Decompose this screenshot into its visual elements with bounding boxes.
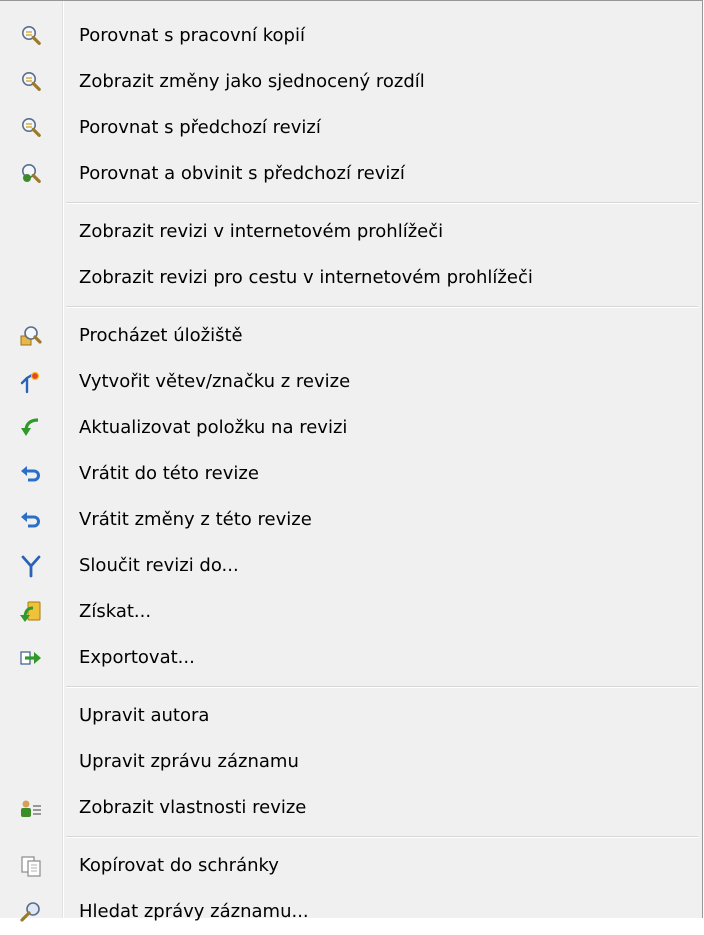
menu-separator — [66, 836, 698, 837]
context-menu: Porovnat s pracovní kopií Zobrazit změny … — [0, 0, 703, 922]
menu-item-label: Upravit zprávu záznamu — [79, 751, 299, 772]
copy-clipboard-icon — [19, 854, 43, 878]
menu-item-vytvorit-vetev-znacku-z-revize[interactable]: Vytvořit větev/značku z revize — [0, 359, 702, 405]
menu-separator — [66, 202, 698, 203]
update-arrow-icon — [19, 416, 43, 440]
menu-separator — [66, 306, 698, 307]
menu-item-label: Vrátit změny z této revize — [79, 509, 312, 530]
menu-item-ziskat[interactable]: Získat... — [0, 589, 702, 635]
checkout-icon — [19, 600, 43, 624]
empty-icon-slot — [19, 750, 43, 774]
menu-item-porovnat-s-predchozi-revizi[interactable]: Porovnat s předchozí revizí — [0, 105, 702, 151]
menu-item-kopirovat-do-schranky[interactable]: Kopírovat do schránky — [0, 843, 702, 889]
menu-item-label: Zobrazit změny jako sjednocený rozdíl — [79, 71, 425, 92]
menu-item-porovnat-s-pracovni-kopii[interactable]: Porovnat s pracovní kopií — [0, 13, 702, 59]
menu-item-aktualizovat-polozku-na-revizi[interactable]: Aktualizovat položku na revizi — [0, 405, 702, 451]
menu-item-hledat-zpravy-zaznamu[interactable]: Hledat zprávy záznamu... — [0, 889, 702, 935]
menu-item-label: Upravit autora — [79, 705, 210, 726]
menu-item-label: Vrátit do této revize — [79, 463, 259, 484]
menu-item-label: Sloučit revizi do... — [79, 555, 239, 576]
blame-magnifier-icon — [19, 162, 43, 186]
empty-icon-slot — [19, 266, 43, 290]
menu-item-upravit-autora[interactable]: Upravit autora — [0, 693, 702, 739]
menu-separator — [66, 686, 698, 687]
menu-item-zobrazit-revizi-pro-cestu-v-internetovem-prohlizeci[interactable]: Zobrazit revizi pro cestu v internetovém… — [0, 255, 702, 301]
menu-item-zobrazit-zmeny-jako-sjednoceny-rozdil[interactable]: Zobrazit změny jako sjednocený rozdíl — [0, 59, 702, 105]
menu-item-vratit-do-teto-revize[interactable]: Vrátit do této revize — [0, 451, 702, 497]
branch-tag-icon — [19, 370, 43, 394]
revert-arrow-icon — [19, 462, 43, 486]
compare-magnifier-icon — [19, 70, 43, 94]
menu-item-label: Získat... — [79, 601, 152, 622]
menu-item-zobrazit-vlastnosti-revize[interactable]: Zobrazit vlastnosti revize — [0, 785, 702, 831]
menu-item-label: Porovnat s předchozí revizí — [79, 117, 321, 138]
menu-item-label: Procházet úložiště — [79, 325, 243, 346]
menu-item-label: Exportovat... — [79, 647, 195, 668]
repo-browser-icon — [19, 324, 43, 348]
menu-item-label: Kopírovat do schránky — [79, 855, 279, 876]
menu-item-label: Zobrazit revizi v internetovém prohlížeč… — [79, 221, 444, 242]
menu-item-prochazet-uloziste[interactable]: Procházet úložiště — [0, 313, 702, 359]
menu-item-label: Hledat zprávy záznamu... — [79, 901, 309, 922]
menu-item-vratit-zmeny-z-teto-revize[interactable]: Vrátit změny z této revize — [0, 497, 702, 543]
empty-icon-slot — [19, 220, 43, 244]
revert-arrow-icon — [19, 508, 43, 532]
empty-icon-slot — [19, 704, 43, 728]
properties-icon — [19, 796, 43, 820]
export-icon — [19, 646, 43, 670]
menu-item-label: Vytvořit větev/značku z revize — [79, 371, 351, 392]
menu-item-label: Aktualizovat položku na revizi — [79, 417, 348, 438]
search-log-icon — [19, 900, 43, 924]
menu-item-label: Zobrazit revizi pro cestu v internetovém… — [79, 267, 533, 288]
menu-item-zobrazit-revizi-v-internetovem-prohlizeci[interactable]: Zobrazit revizi v internetovém prohlížeč… — [0, 209, 702, 255]
menu-item-label: Zobrazit vlastnosti revize — [79, 797, 307, 818]
merge-icon — [19, 554, 43, 578]
menu-item-label: Porovnat a obvinit s předchozí revizí — [79, 163, 405, 184]
menu-item-label: Porovnat s pracovní kopií — [79, 25, 305, 46]
menu-item-upravit-zpravu-zaznamu[interactable]: Upravit zprávu záznamu — [0, 739, 702, 785]
compare-magnifier-icon — [19, 116, 43, 140]
compare-magnifier-icon — [19, 24, 43, 48]
menu-item-exportovat[interactable]: Exportovat... — [0, 635, 702, 681]
menu-item-porovnat-a-obvinit-s-predchozi-revizi[interactable]: Porovnat a obvinit s předchozí revizí — [0, 151, 702, 197]
menu-item-sloucit-revizi-do[interactable]: Sloučit revizi do... — [0, 543, 702, 589]
